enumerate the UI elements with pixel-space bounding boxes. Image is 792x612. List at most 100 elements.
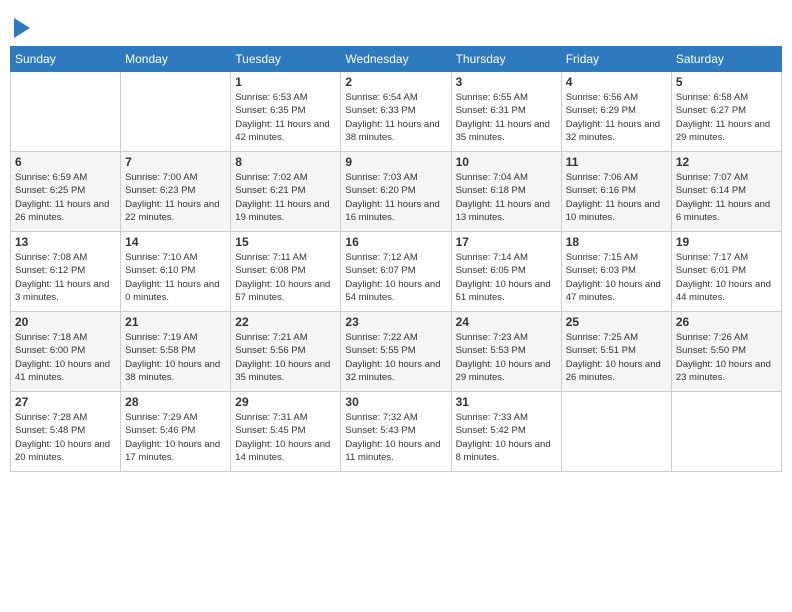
calendar-cell: 26 Sunrise: 7:26 AM Sunset: 5:50 PM Dayli…	[671, 312, 781, 392]
header-sunday: Sunday	[11, 47, 121, 72]
day-number: 8	[235, 155, 336, 169]
calendar-cell: 10Sunrise: 7:04 AM Sunset: 6:18 PM Dayli…	[451, 152, 561, 232]
day-info: Sunrise: 7:17 AM Sunset: 6:01 PM Dayligh…	[676, 251, 777, 304]
calendar-cell: 14Sunrise: 7:10 AM Sunset: 6:10 PM Dayli…	[121, 232, 231, 312]
calendar-cell: 6 Sunrise: 6:59 AM Sunset: 6:25 PM Daylig…	[11, 152, 121, 232]
header-saturday: Saturday	[671, 47, 781, 72]
day-info: Sunrise: 7:32 AM Sunset: 5:43 PM Dayligh…	[345, 411, 446, 464]
day-info: Sunrise: 7:06 AM Sunset: 6:16 PM Dayligh…	[566, 171, 667, 224]
day-number: 25	[566, 315, 667, 329]
day-info: Sunrise: 7:29 AM Sunset: 5:46 PM Dayligh…	[125, 411, 226, 464]
calendar-cell: 22Sunrise: 7:21 AM Sunset: 5:56 PM Dayli…	[231, 312, 341, 392]
day-info: Sunrise: 6:56 AM Sunset: 6:29 PM Dayligh…	[566, 91, 667, 144]
day-info: Sunrise: 7:15 AM Sunset: 6:03 PM Dayligh…	[566, 251, 667, 304]
header-monday: Monday	[121, 47, 231, 72]
calendar-cell	[561, 392, 671, 472]
day-number: 4	[566, 75, 667, 89]
calendar-cell: 21Sunrise: 7:19 AM Sunset: 5:58 PM Dayli…	[121, 312, 231, 392]
day-number: 24	[456, 315, 557, 329]
calendar-cell: 17 Sunrise: 7:14 AM Sunset: 6:05 PM Dayli…	[451, 232, 561, 312]
day-number: 20	[15, 315, 116, 329]
day-number: 27	[15, 395, 116, 409]
calendar-cell: 13 Sunrise: 7:08 AM Sunset: 6:12 PM Dayli…	[11, 232, 121, 312]
calendar-cell: 24 Sunrise: 7:23 AM Sunset: 5:53 PM Dayli…	[451, 312, 561, 392]
calendar-cell	[671, 392, 781, 472]
calendar-week-row: 27 Sunrise: 7:28 AM Sunset: 5:48 PM Dayli…	[11, 392, 782, 472]
day-info: Sunrise: 7:00 AM Sunset: 6:23 PM Dayligh…	[125, 171, 226, 224]
day-number: 17	[456, 235, 557, 249]
day-number: 16	[345, 235, 446, 249]
day-number: 22	[235, 315, 336, 329]
day-number: 6	[15, 155, 116, 169]
calendar-cell: 9Sunrise: 7:03 AM Sunset: 6:20 PM Daylig…	[341, 152, 451, 232]
calendar-cell: 18 Sunrise: 7:15 AM Sunset: 6:03 PM Dayli…	[561, 232, 671, 312]
calendar-cell	[121, 72, 231, 152]
day-number: 14	[125, 235, 226, 249]
calendar-week-row: 13 Sunrise: 7:08 AM Sunset: 6:12 PM Dayli…	[11, 232, 782, 312]
day-number: 3	[456, 75, 557, 89]
calendar-cell: 29 Sunrise: 7:31 AM Sunset: 5:45 PM Dayli…	[231, 392, 341, 472]
day-info: Sunrise: 7:23 AM Sunset: 5:53 PM Dayligh…	[456, 331, 557, 384]
calendar-week-row: 6 Sunrise: 6:59 AM Sunset: 6:25 PM Daylig…	[11, 152, 782, 232]
calendar-table: SundayMondayTuesdayWednesdayThursdayFrid…	[10, 46, 782, 472]
calendar-cell: 16 Sunrise: 7:12 AM Sunset: 6:07 PM Dayli…	[341, 232, 451, 312]
day-number: 13	[15, 235, 116, 249]
day-info: Sunrise: 7:11 AM Sunset: 6:08 PM Dayligh…	[235, 251, 336, 304]
calendar-cell: 23Sunrise: 7:22 AM Sunset: 5:55 PM Dayli…	[341, 312, 451, 392]
header-friday: Friday	[561, 47, 671, 72]
day-number: 30	[345, 395, 446, 409]
day-number: 18	[566, 235, 667, 249]
day-info: Sunrise: 6:58 AM Sunset: 6:27 PM Dayligh…	[676, 91, 777, 144]
calendar-cell: 5 Sunrise: 6:58 AM Sunset: 6:27 PM Daylig…	[671, 72, 781, 152]
calendar-cell: 20 Sunrise: 7:18 AM Sunset: 6:00 PM Dayli…	[11, 312, 121, 392]
day-number: 23	[345, 315, 446, 329]
day-info: Sunrise: 7:02 AM Sunset: 6:21 PM Dayligh…	[235, 171, 336, 224]
day-number: 10	[456, 155, 557, 169]
calendar-cell: 1 Sunrise: 6:53 AM Sunset: 6:35 PM Daylig…	[231, 72, 341, 152]
calendar-cell: 15 Sunrise: 7:11 AM Sunset: 6:08 PM Dayli…	[231, 232, 341, 312]
day-number: 26	[676, 315, 777, 329]
day-number: 7	[125, 155, 226, 169]
day-info: Sunrise: 7:25 AM Sunset: 5:51 PM Dayligh…	[566, 331, 667, 384]
day-number: 28	[125, 395, 226, 409]
day-number: 21	[125, 315, 226, 329]
day-number: 15	[235, 235, 336, 249]
day-number: 1	[235, 75, 336, 89]
calendar-header-row: SundayMondayTuesdayWednesdayThursdayFrid…	[11, 47, 782, 72]
day-info: Sunrise: 7:28 AM Sunset: 5:48 PM Dayligh…	[15, 411, 116, 464]
day-info: Sunrise: 7:31 AM Sunset: 5:45 PM Dayligh…	[235, 411, 336, 464]
day-number: 11	[566, 155, 667, 169]
day-number: 5	[676, 75, 777, 89]
day-number: 31	[456, 395, 557, 409]
header-tuesday: Tuesday	[231, 47, 341, 72]
calendar-cell: 30 Sunrise: 7:32 AM Sunset: 5:43 PM Dayli…	[341, 392, 451, 472]
day-info: Sunrise: 7:07 AM Sunset: 6:14 PM Dayligh…	[676, 171, 777, 224]
calendar-cell: 12 Sunrise: 7:07 AM Sunset: 6:14 PM Dayli…	[671, 152, 781, 232]
calendar-cell	[11, 72, 121, 152]
logo-icon	[12, 14, 32, 42]
day-number: 29	[235, 395, 336, 409]
logo	[10, 14, 32, 42]
header-wednesday: Wednesday	[341, 47, 451, 72]
day-info: Sunrise: 7:12 AM Sunset: 6:07 PM Dayligh…	[345, 251, 446, 304]
day-info: Sunrise: 6:53 AM Sunset: 6:35 PM Dayligh…	[235, 91, 336, 144]
calendar-week-row: 20 Sunrise: 7:18 AM Sunset: 6:00 PM Dayli…	[11, 312, 782, 392]
calendar-cell: 11 Sunrise: 7:06 AM Sunset: 6:16 PM Dayli…	[561, 152, 671, 232]
day-info: Sunrise: 7:26 AM Sunset: 5:50 PM Dayligh…	[676, 331, 777, 384]
header-thursday: Thursday	[451, 47, 561, 72]
calendar-cell: 7 Sunrise: 7:00 AM Sunset: 6:23 PM Daylig…	[121, 152, 231, 232]
day-number: 12	[676, 155, 777, 169]
day-info: Sunrise: 6:59 AM Sunset: 6:25 PM Dayligh…	[15, 171, 116, 224]
calendar-cell: 28 Sunrise: 7:29 AM Sunset: 5:46 PM Dayli…	[121, 392, 231, 472]
calendar-week-row: 1 Sunrise: 6:53 AM Sunset: 6:35 PM Daylig…	[11, 72, 782, 152]
day-info: Sunrise: 7:08 AM Sunset: 6:12 PM Dayligh…	[15, 251, 116, 304]
day-info: Sunrise: 6:55 AM Sunset: 6:31 PM Dayligh…	[456, 91, 557, 144]
day-info: Sunrise: 7:14 AM Sunset: 6:05 PM Dayligh…	[456, 251, 557, 304]
day-info: Sunrise: 7:18 AM Sunset: 6:00 PM Dayligh…	[15, 331, 116, 384]
day-info: Sunrise: 7:33 AM Sunset: 5:42 PM Dayligh…	[456, 411, 557, 464]
calendar-cell: 8 Sunrise: 7:02 AM Sunset: 6:21 PM Daylig…	[231, 152, 341, 232]
calendar-cell: 2Sunrise: 6:54 AM Sunset: 6:33 PM Daylig…	[341, 72, 451, 152]
page-header	[10, 10, 782, 42]
day-info: Sunrise: 6:54 AM Sunset: 6:33 PM Dayligh…	[345, 91, 446, 144]
calendar-cell: 4 Sunrise: 6:56 AM Sunset: 6:29 PM Daylig…	[561, 72, 671, 152]
